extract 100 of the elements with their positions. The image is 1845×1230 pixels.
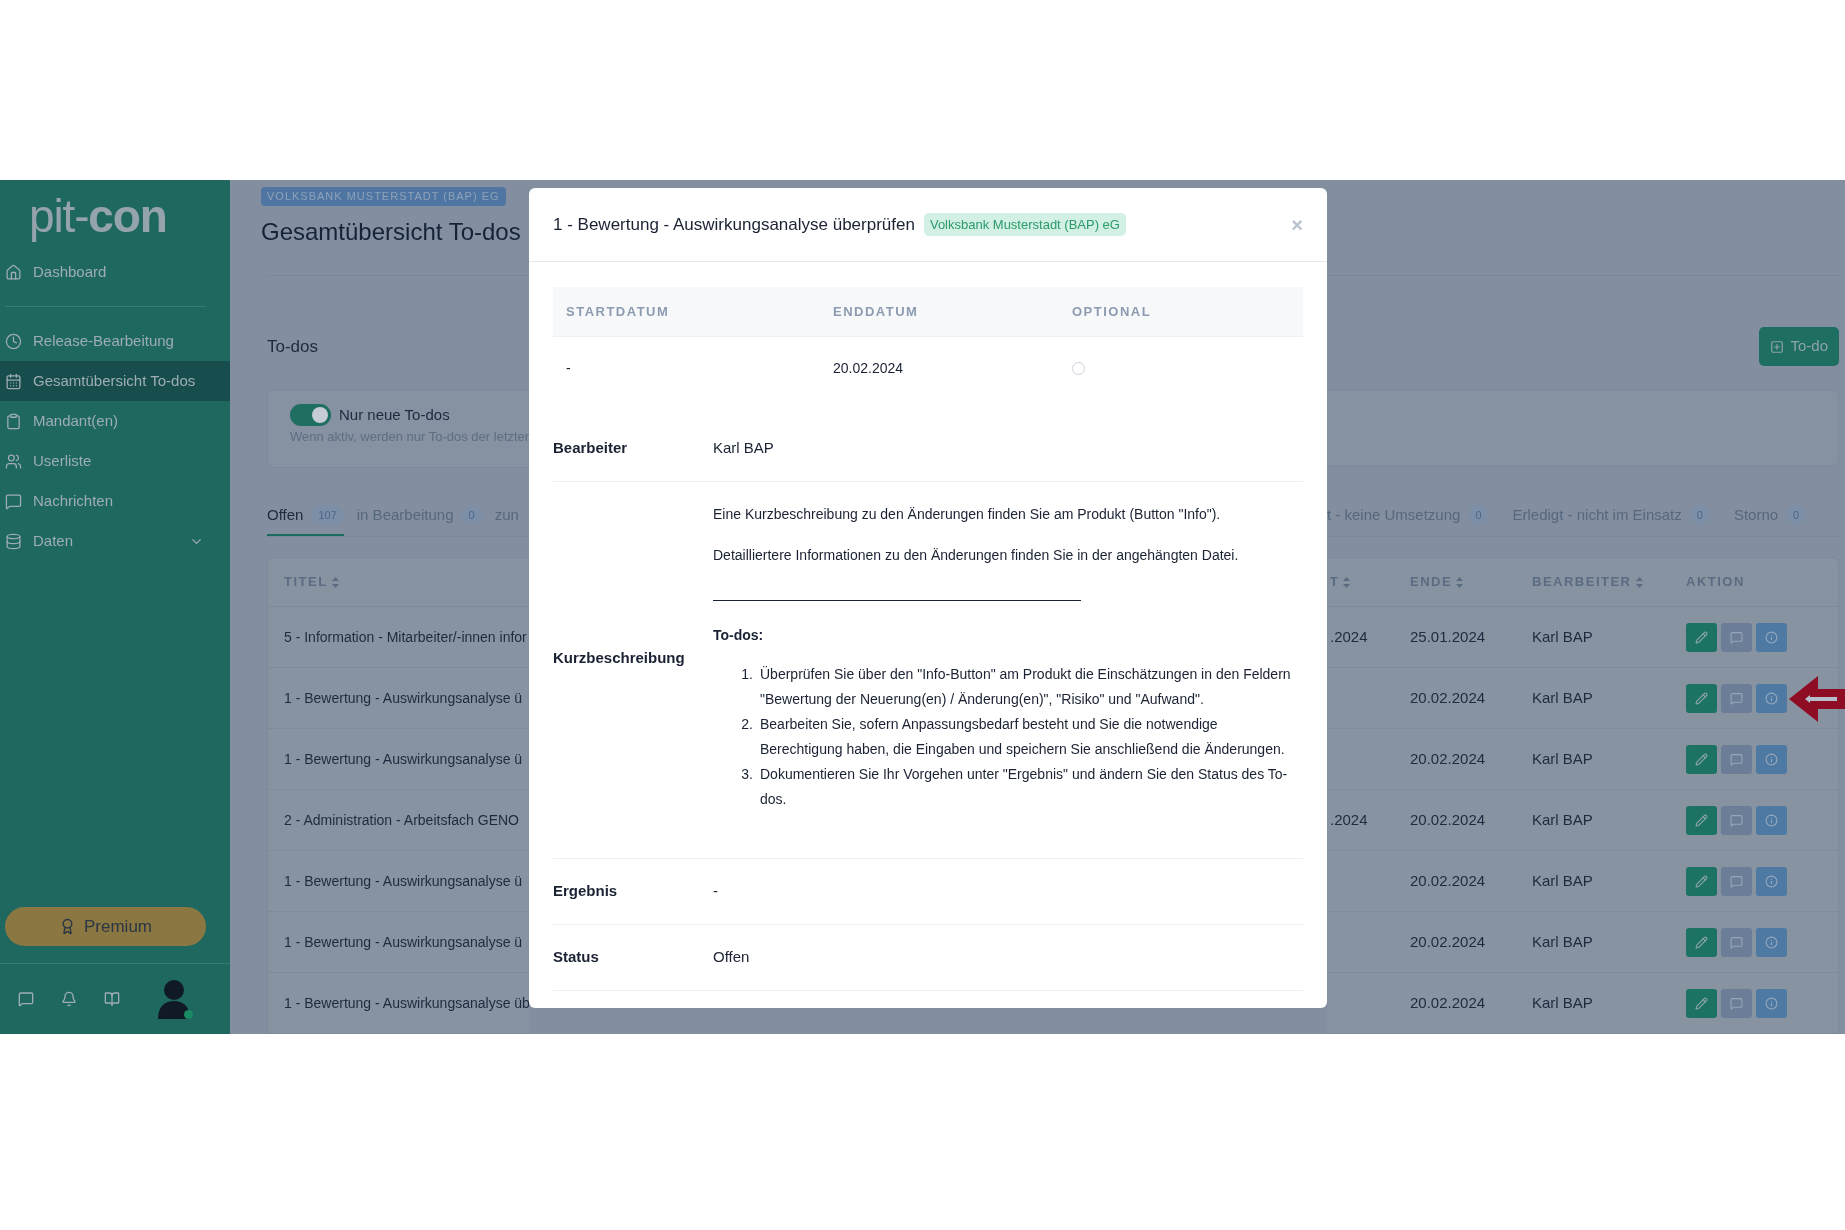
table-cell-text: 20.02.2024 [1410,809,1487,830]
column-header: ENDDATUM [833,302,920,321]
radio-button[interactable] [1072,362,1085,375]
table-cell-text: Karl BAP [1532,626,1594,647]
sidebar-item[interactable]: Dashboard [0,252,230,292]
column-header: OPTIONAL [1072,302,1153,321]
premium-button[interactable]: Premium [5,907,206,946]
toggle-label: Nur neue To-dos [339,404,450,425]
step-number: 2. [740,715,754,734]
comment-button[interactable] [1721,927,1752,957]
edit-button[interactable] [1686,866,1717,896]
step-text: Dokumentieren Sie Ihr Vorgehen unter "Ergebnis" und ändern Sie den Status des To-dos. [760,765,1289,809]
chat-icon [1730,996,1743,1010]
pencil-icon [1695,752,1708,766]
sidebar-item[interactable]: Nachrichten [0,481,230,521]
info-button[interactable] [1756,988,1787,1018]
book-icon[interactable] [104,991,120,1007]
table-cell-text: 20.02.2024 [1410,931,1487,952]
toggle-switch[interactable] [290,404,331,427]
pencil-icon [1695,630,1708,644]
org-badge: VOLKSBANK MUSTERSTADT (BAP) EG [261,187,506,206]
table-cell-text: Karl BAP [1532,931,1594,952]
chat-icon [1730,752,1743,766]
field-value: - [713,881,718,902]
table-cell-text: - [566,359,572,378]
description-paragraph: Detailliertere Informationen zu den Änderungen finden Sie in der angehängten Datei. [713,546,1240,565]
edit-button[interactable] [1686,744,1717,774]
sidebar-item[interactable]: Userliste [0,441,230,481]
info-button[interactable] [1756,744,1787,774]
edit-button[interactable] [1686,805,1717,835]
chat-icon [1730,874,1743,888]
info-button[interactable] [1756,927,1787,957]
info-icon [1765,752,1778,766]
comment-button[interactable] [1721,988,1752,1018]
sidebar-item[interactable]: Mandant(en) [0,401,230,441]
info-button[interactable] [1756,805,1787,835]
field-value: Karl BAP [713,438,774,459]
info-icon [1765,874,1778,888]
sidebar-item[interactable]: Gesamtübersicht To-dos [0,361,230,401]
logo: pit-con [28,189,168,244]
pencil-icon [1695,935,1708,949]
clipboard-icon [5,412,22,430]
table-cell-text: 1 - Bewertung - Auswirkungsanalyse üb [284,993,529,1013]
field-label: Bearbeiter [553,438,629,459]
sort-icon [1456,576,1464,588]
chat-icon [1730,935,1743,949]
table-cell: .2024 [1330,811,1368,828]
info-icon [1765,691,1778,705]
info-button[interactable] [1756,866,1787,896]
table-cell-text: Karl BAP [1532,809,1594,830]
field-label: Status [553,947,600,968]
database-icon [5,532,22,550]
table-cell-text: 1 - Bewertung - Auswirkungsanalyse ü [284,932,523,952]
step-text: Bearbeiten Sie, sofern Anpassungsbedarf besteht und Sie die notwendige Berechtigung haben, die Eingaben und speichern Sie anschließend die Änderungen. [760,715,1286,759]
step-number: 1. [740,665,754,684]
info-button[interactable] [1756,683,1787,713]
comment-button[interactable] [1721,805,1752,835]
table-cell-text: Karl BAP [1532,748,1594,769]
sidebar-item[interactable]: Release-Bearbeitung [0,321,230,361]
sort-icon [331,576,339,588]
clock-icon [5,332,22,350]
bell-icon[interactable] [61,991,77,1007]
home-icon [5,263,22,281]
add-todo-button[interactable]: To-do [1759,327,1839,367]
info-icon [1765,935,1778,949]
table-cell-text: 20.02.2024 [1410,687,1487,708]
edit-button[interactable] [1686,927,1717,957]
close-button[interactable]: × [1291,214,1303,235]
edit-button[interactable] [1686,683,1717,713]
plus-square-icon [1770,339,1785,354]
bank-badge: Volksbank Musterstadt (BAP) eG [923,212,1126,237]
step-number: 3. [740,765,754,784]
field-label: Ergebnis [553,881,619,902]
calendar-icon [5,372,22,390]
column-header: STARTDATUM [566,302,671,321]
sort-icon [1343,576,1351,588]
todos-heading: To-dos: [713,626,765,645]
comment-button[interactable] [1721,744,1752,774]
sidebar-item[interactable]: Daten [0,521,230,561]
table-cell-text: 20.02.2024 [1410,870,1487,891]
comment-button[interactable] [1721,683,1752,713]
info-icon [1765,813,1778,827]
comment-button[interactable] [1721,866,1752,896]
info-button[interactable] [1756,622,1787,652]
step-text: Überprüfen Sie über den "Info-Button" am Produkt die Einschätzungen in den Feldern "Bewertung der Neuerung(en) / Änderung(en)", "Risiko" und "Aufwand". [760,665,1292,709]
pencil-icon [1695,691,1708,705]
pencil-icon [1695,813,1708,827]
table-cell-text: 20.02.2024 [1410,992,1487,1013]
chat-icon [1730,813,1743,827]
edit-button[interactable] [1686,622,1717,652]
chat-icon[interactable] [18,991,34,1007]
avatar[interactable] [157,979,191,1019]
users-icon [5,452,22,470]
table-cell-text: Karl BAP [1532,870,1594,891]
comment-button[interactable] [1721,622,1752,652]
table-cell-text: Karl BAP [1532,992,1594,1013]
section-title: To-dos [267,335,319,358]
table-cell-text: 5 - Information - Mitarbeiter/-innen infor [284,627,527,647]
edit-button[interactable] [1686,988,1717,1018]
table-cell-text: 1 - Bewertung - Auswirkungsanalyse ü [284,688,523,708]
